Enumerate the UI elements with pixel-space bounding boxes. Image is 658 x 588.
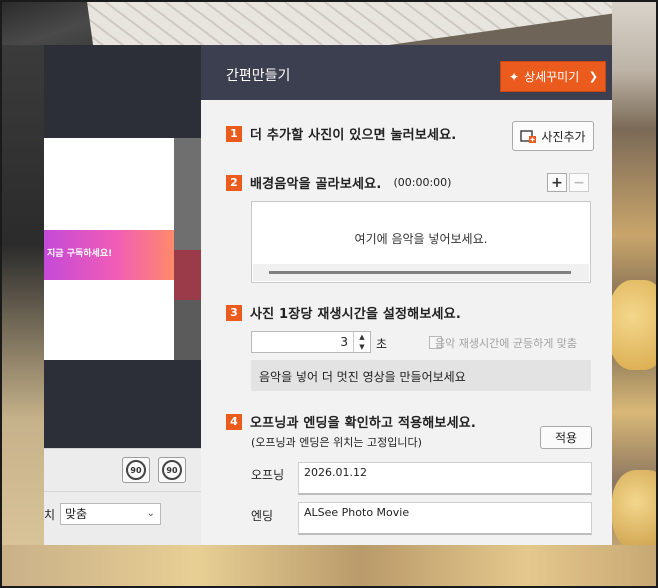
step-1-number: 1 [226, 125, 242, 142]
spin-up-icon[interactable]: ▲ [354, 332, 370, 342]
music-tip-text: 음악을 넣어 더 멋진 영상을 만들어보세요 [259, 370, 466, 384]
opening-label: 오프닝 [251, 468, 285, 482]
next-photo-thumbnail[interactable] [174, 138, 201, 360]
music-drop-area[interactable]: 여기에 음악을 넣어보세요. [251, 201, 591, 283]
step-4-text: 오프닝과 엔딩을 확인하고 적용해보세요. [250, 416, 477, 431]
fit-select-value: 맞춤 [65, 507, 88, 521]
apply-label: 적용 [554, 431, 578, 445]
app-window: 지금 구독하세요! 90 90 치 맞춤 ⌄ 간편만들기 ✦ 상세꾸미기 ❯ 1… [44, 45, 612, 545]
step-4-number: 4 [226, 413, 242, 430]
add-photo-button[interactable]: 사진추가 [512, 121, 594, 151]
step-3-number: 3 [226, 304, 242, 321]
preview-image[interactable]: 지금 구독하세요! [44, 138, 174, 360]
music-horizontal-scrollbar[interactable] [253, 264, 589, 281]
sync-music-label: 음악 재생시간에 균등하게 맞춤 [435, 337, 578, 350]
panel-title: 간편만들기 [226, 68, 291, 84]
opening-ending-note: (오프닝과 엔딩은 위치는 고정입니다) [251, 436, 422, 449]
step-2-text: 배경음악을 골라보세요. [250, 177, 382, 192]
opening-field[interactable]: 2026.01.12 [298, 462, 592, 495]
opening-value: 2026.01.12 [304, 466, 367, 479]
seconds-unit: 초 [376, 337, 388, 351]
step-3-text: 사진 1장당 재생시간을 설정해보세요. [250, 307, 461, 322]
fit-label: 치 [44, 508, 56, 522]
remove-music-button[interactable]: − [569, 173, 589, 192]
apply-button[interactable]: 적용 [540, 426, 592, 449]
music-drop-hint: 여기에 음악을 넣어보세요. [354, 232, 488, 246]
step-2: 2 배경음악을 골라보세요. (00:00:00) [226, 173, 451, 192]
chevron-down-icon: ⌄ [146, 508, 155, 519]
seconds-per-photo-spinner[interactable]: 3 ▲ ▼ [251, 331, 371, 353]
music-tip-bar: 음악을 넣어 더 멋진 영상을 만들어보세요 [251, 360, 591, 391]
panel-header: 간편만들기 ✦ 상세꾸미기 ❯ [201, 45, 612, 100]
add-photo-icon [520, 130, 537, 143]
music-duration: (00:00:00) [393, 176, 452, 189]
step-4: 4 오프닝과 엔딩을 확인하고 적용해보세요. [226, 412, 476, 431]
quick-create-panel: 간편만들기 ✦ 상세꾸미기 ❯ 1 더 추가할 사진이 있으면 눌러보세요. 사… [201, 45, 612, 545]
step-2-number: 2 [226, 174, 242, 191]
step-1-text: 더 추가할 사진이 있으면 눌러보세요. [250, 128, 457, 143]
chevron-right-icon: ❯ [588, 70, 598, 83]
add-music-button[interactable]: + [547, 173, 567, 192]
rotate-right-button[interactable]: 90 [158, 457, 186, 483]
rotate-left-button[interactable]: 90 [122, 457, 150, 483]
preview-overlay-text: 지금 구독하세요! [47, 249, 113, 259]
magic-wand-icon: ✦ [509, 69, 520, 84]
spin-down-icon[interactable]: ▼ [354, 342, 370, 352]
fit-select[interactable]: 맞춤 ⌄ [60, 503, 161, 525]
step-1: 1 더 추가할 사진이 있으면 눌러보세요. [226, 124, 456, 143]
ending-value: ALSee Photo Movie [304, 506, 410, 519]
ending-label: 엔딩 [251, 509, 274, 523]
rotate-right-90-icon: 90 [162, 460, 182, 480]
detail-decorate-button[interactable]: ✦ 상세꾸미기 ❯ [500, 61, 606, 92]
ending-field[interactable]: ALSee Photo Movie [298, 502, 592, 535]
rotate-left-90-icon: 90 [126, 460, 146, 480]
seconds-value: 3 [340, 335, 348, 349]
detail-decorate-label: 상세꾸미기 [524, 70, 580, 84]
preview-pane: 지금 구독하세요! 90 90 치 맞춤 ⌄ [44, 45, 201, 545]
step-3: 3 사진 1장당 재생시간을 설정해보세요. [226, 303, 461, 322]
preview-controls: 90 90 치 맞춤 ⌄ [44, 448, 201, 545]
add-photo-label: 사진추가 [541, 129, 586, 144]
